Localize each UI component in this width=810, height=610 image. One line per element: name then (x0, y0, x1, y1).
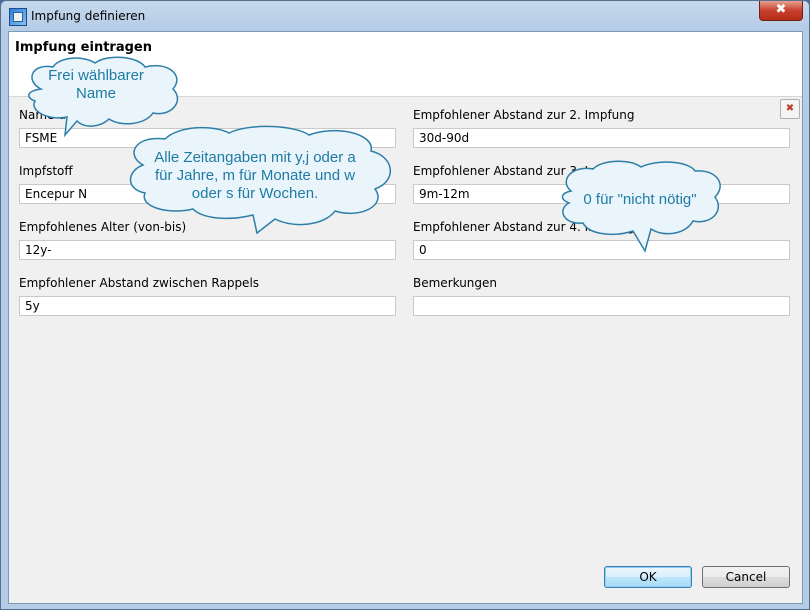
vaccine-label: Impfstoff (19, 164, 73, 178)
booster-interval-label: Empfohlener Abstand zwischen Rappels (19, 276, 260, 290)
time-hint-line3: oder s für Wochen. (191, 185, 319, 202)
dismiss-x-icon[interactable]: ✖ (780, 99, 800, 119)
window-title: Impfung definieren (31, 9, 146, 23)
zero-hint-callout: 0 für "nicht nötig" (557, 160, 723, 253)
dialog-window: Impfung definieren ✖ Impfung eintragen ✖… (0, 0, 810, 610)
age-input[interactable] (19, 240, 396, 260)
close-window-button[interactable]: ✖ (759, 1, 803, 21)
name-hint-line1: Frei wählbarer (48, 67, 144, 84)
cancel-button[interactable]: Cancel (702, 566, 790, 588)
remarks-input[interactable] (413, 296, 790, 316)
zero-hint-text: 0 für "nicht nötig" (583, 191, 697, 208)
interval-2-input[interactable] (413, 128, 790, 148)
time-hint-line1: Alle Zeitangaben mit y,j oder a (154, 149, 356, 166)
time-format-callout: Alle Zeitangaben mit y,j oder a für Jahr… (125, 125, 395, 235)
app-icon (9, 8, 27, 26)
interval-2-label: Empfohlener Abstand zur 2. Impfung (413, 108, 635, 122)
page-title: Impfung eintragen (15, 40, 152, 55)
time-hint-line2: für Jahre, m für Monate und w (154, 167, 356, 184)
remarks-label: Bemerkungen (413, 276, 498, 290)
name-hint-line2: Name (75, 85, 116, 102)
booster-interval-input[interactable] (19, 296, 396, 316)
title-bar[interactable]: Impfung definieren ✖ (1, 1, 809, 31)
ok-button[interactable]: OK (604, 566, 692, 588)
